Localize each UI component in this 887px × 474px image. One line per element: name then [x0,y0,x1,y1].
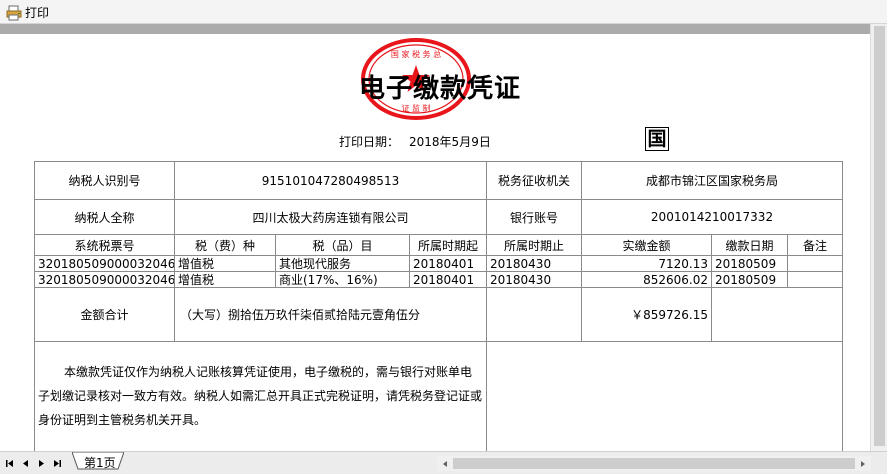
table-cell: 20180430 [490,256,552,271]
column-header: 税（费）种 [194,238,255,253]
table-cell: 20180401 [413,256,475,271]
total-amount: ￥859726.15 [631,308,708,322]
stamp-text-top: 国 家 税 务 总 [391,49,441,59]
table-cell: 7120.13 [658,256,708,271]
voucher-notice: 本缴款凭证仅作为纳税人记账核算凭证使用，电子缴税的，需与银行对账单电子划缴记录核… [38,365,483,427]
column-header: 实缴金额 [622,238,671,253]
report-viewport: 国 家 税 务 总 证 监 制 电子缴款凭证 打印日期：2018年5月9日 国 [0,24,887,451]
column-header: 所属时期止 [503,238,564,253]
voucher-table: 纳税人识别号 915101047280498513 税务征收机关 成都市锦江区国… [34,161,843,451]
table-cell: 320180509000032046 [38,256,174,271]
last-page-icon[interactable] [51,457,64,470]
table-cell: 增值税 [178,257,215,271]
voucher-title: 电子缴款凭证 [358,74,521,104]
tax-authority: 成都市锦江区国家税务局 [645,174,778,188]
guo-seal-box: 国 [645,127,669,151]
column-header: 所属时期起 [417,238,478,253]
printer-icon [6,5,22,20]
table-cell: 20180430 [490,272,552,287]
column-header: 税（品）目 [312,238,373,253]
report-page: 国 家 税 务 总 证 监 制 电子缴款凭证 打印日期：2018年5月9日 国 [0,34,870,451]
table-cell: 商业(17%、16%) [279,273,378,287]
table-cell: 20180401 [413,272,475,287]
scroll-thumb[interactable] [874,26,885,446]
print-date-value: 2018年5月9日 [409,135,491,149]
status-bar: 第1页 [0,451,887,474]
table-cell: 20180509 [715,272,777,287]
prev-page-icon[interactable] [19,457,32,470]
horizontal-scrollbar[interactable] [437,456,871,471]
toolbar: 打印 [0,0,887,24]
scroll-thumb[interactable] [453,458,855,469]
table-cell [788,256,842,271]
tax-authority-label: 税务征收机关 [497,174,570,188]
print-date: 打印日期： 2018年5月9日 [339,133,491,150]
taxpayer-name: 四川太极大药房连锁有限公司 [252,210,409,225]
scroll-right-icon[interactable] [857,458,869,470]
table-cell: 852606.02 [643,272,708,287]
taxpayer-id-label: 纳税人识别号 [68,174,141,188]
table-cell: 20180509 [715,256,777,271]
first-page-icon[interactable] [3,457,16,470]
taxpayer-name-label: 纳税人全称 [74,210,135,225]
table-cell: 其他现代服务 [279,257,352,271]
taxpayer-id: 915101047280498513 [261,173,400,188]
column-header: 系统税票号 [74,238,135,253]
print-label: 打印 [25,5,50,20]
vertical-scrollbar[interactable] [870,24,887,451]
scroll-left-icon[interactable] [439,458,451,470]
column-header: 备注 [802,238,827,253]
sheet-tab-label: 第1页 [84,456,116,470]
total-in-words: （大写）捌拾伍万玖仟柒佰贰拾陆元壹角伍分 [180,308,421,322]
column-header: 缴款日期 [725,238,774,253]
table-cell [788,272,842,287]
print-button[interactable]: 打印 [6,4,49,21]
total-label: 金额合计 [80,308,129,322]
print-date-label: 打印日期： [339,135,400,149]
bank-account: 2001014210017332 [650,210,774,224]
bank-account-label: 银行账号 [509,210,558,225]
next-page-icon[interactable] [35,457,48,470]
table-cell: 320180509000032046 [38,272,174,287]
sheet-tab-page-1[interactable]: 第1页 [72,452,124,470]
table-cell: 增值税 [178,273,215,287]
